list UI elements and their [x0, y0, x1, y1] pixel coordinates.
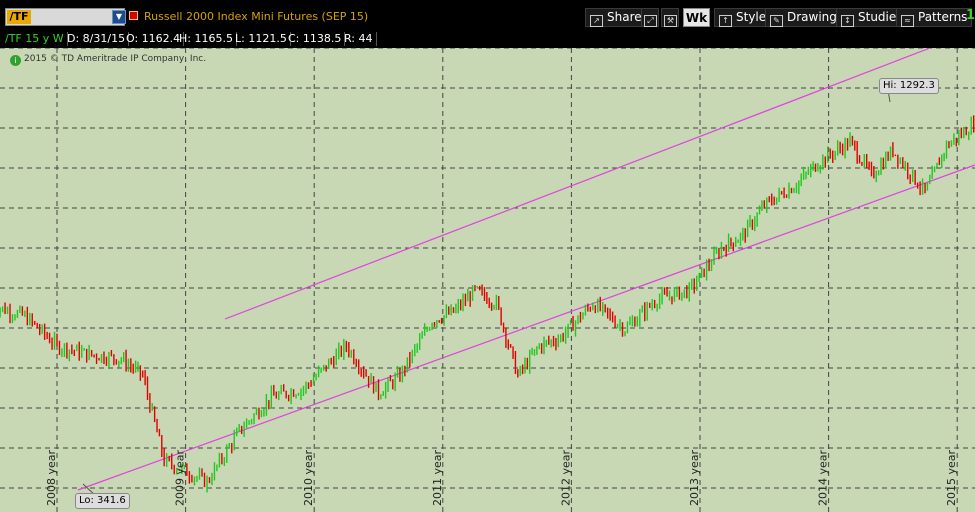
x-tick-label: 2010 year [302, 449, 315, 506]
bar-range: R: 44 [341, 32, 377, 46]
x-tick-label: 2012 year [559, 449, 572, 506]
symbol-input[interactable]: /TF [5, 8, 125, 26]
style-icon: ↑ [719, 15, 732, 27]
aggregation-wk-button[interactable]: Wk [683, 8, 710, 27]
pencil-icon: ✎ [770, 15, 783, 27]
patterns-icon: ≈ [901, 15, 914, 27]
x-tick-label: 2008 year [45, 449, 58, 506]
bar-date: D: 8/31/15 [64, 32, 130, 46]
wrench-icon: ⚒ [664, 15, 677, 27]
wrench-button[interactable]: ⚒ [661, 8, 679, 27]
bar-high: H: 1165.5 [176, 32, 237, 46]
x-tick-label: 2009 year [174, 449, 187, 506]
trend-channel [77, 48, 975, 491]
channel-upper-line [224, 48, 931, 320]
x-tick-label: 2015 year [945, 449, 958, 506]
bar-open: O: 1162.4 [123, 32, 185, 46]
expand-icon: ⤢ [644, 15, 657, 27]
share-icon: ↗ [590, 15, 603, 27]
patterns-label: Patterns [918, 10, 968, 24]
ohlc-info-bar: /TF 15 y W D: 8/31/15 O: 1162.4 H: 1165.… [0, 30, 975, 48]
bar-close: C: 1138.5 [285, 32, 346, 46]
price-bars [0, 115, 975, 493]
patterns-button[interactable]: ≈ Patterns [896, 8, 973, 27]
chart-toolbar: /TF ▼ Russell 2000 Index Mini Futures (S… [0, 0, 975, 30]
x-tick-label: 2011 year [431, 449, 444, 506]
expand-button[interactable]: ⤢ [641, 8, 659, 27]
symbol-dropdown-icon[interactable]: ▼ [112, 10, 126, 24]
price-chart: 2008 year 2009 year 2010 year 2011 year 2012… [0, 48, 975, 512]
drawings-label: Drawings [787, 10, 844, 24]
instrument-title: Russell 2000 Index Mini Futures (SEP 15) [144, 10, 369, 23]
flask-icon: ↕ [841, 15, 854, 27]
bar-low: L: 1121.5 [232, 32, 291, 46]
low-label: Lo: 341.6 [75, 493, 130, 509]
share-button[interactable]: ↗ Share [585, 8, 647, 27]
share-label: Share [607, 10, 642, 24]
flag-icon[interactable] [129, 11, 138, 20]
style-label: Style [736, 10, 767, 24]
grid-lines [0, 48, 975, 512]
symbol-period: /TF 15 y W [2, 32, 68, 46]
x-tick-label: 2013 year [688, 449, 701, 506]
x-axis-tick-labels: 2008 year 2009 year 2010 year 2011 year 2012… [45, 449, 958, 506]
high-label: Hi: 1292.3 [879, 78, 939, 94]
style-button[interactable]: ↑ Style [714, 8, 772, 27]
right-indicator: 1 [966, 8, 975, 23]
symbol-tag: /TF [7, 10, 31, 24]
x-tick-label: 2014 year [817, 449, 830, 506]
